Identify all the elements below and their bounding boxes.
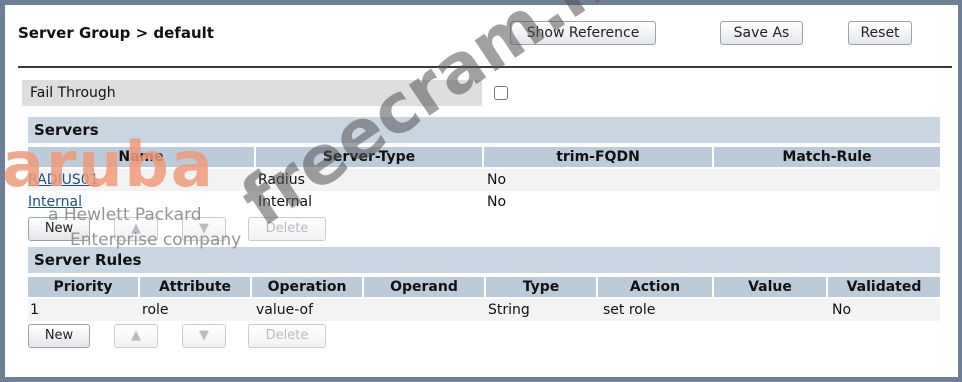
server-rules-section-header: Server Rules [28,247,940,273]
rules-col-type[interactable]: Type [486,277,598,297]
rule-validated-cell: No [832,302,852,318]
rule-priority-cell: 1 [30,302,39,318]
rules-move-up-button[interactable]: ▲ [114,324,158,348]
rule-attribute-cell: role [142,302,169,318]
watermark-subtitle: a Hewlett Packard [48,205,202,225]
rules-col-action[interactable]: Action [598,277,714,297]
page-title: Server Group > default [18,24,214,42]
rules-col-operation[interactable]: Operation [252,277,364,297]
rules-col-value[interactable]: Value [714,277,828,297]
rules-col-validated[interactable]: Validated [828,277,940,297]
rule-operation-cell: value-of [256,302,314,318]
aruba-logo-watermark: aruba [2,128,215,201]
rules-col-attribute[interactable]: Attribute [140,277,252,297]
watermark-subtitle: Enterprise company [70,230,242,250]
trim-fqdn-cell: No [487,194,507,210]
rule-action-cell: set role [603,302,656,318]
servers-col-match-rule[interactable]: Match-Rule [714,147,940,167]
rule-type-cell: String [488,302,530,318]
save-as-button[interactable]: Save As [720,21,803,45]
trim-fqdn-cell: No [487,172,507,188]
reset-button[interactable]: Reset [848,21,912,45]
rules-col-operand[interactable]: Operand [364,277,486,297]
rules-move-down-button[interactable]: ▼ [182,324,226,348]
rules-delete-button[interactable]: Delete [248,324,326,348]
rules-new-button[interactable]: New [28,324,90,348]
servers-col-trim-fqdn[interactable]: trim-FQDN [484,147,714,167]
rules-col-priority[interactable]: Priority [28,277,140,297]
